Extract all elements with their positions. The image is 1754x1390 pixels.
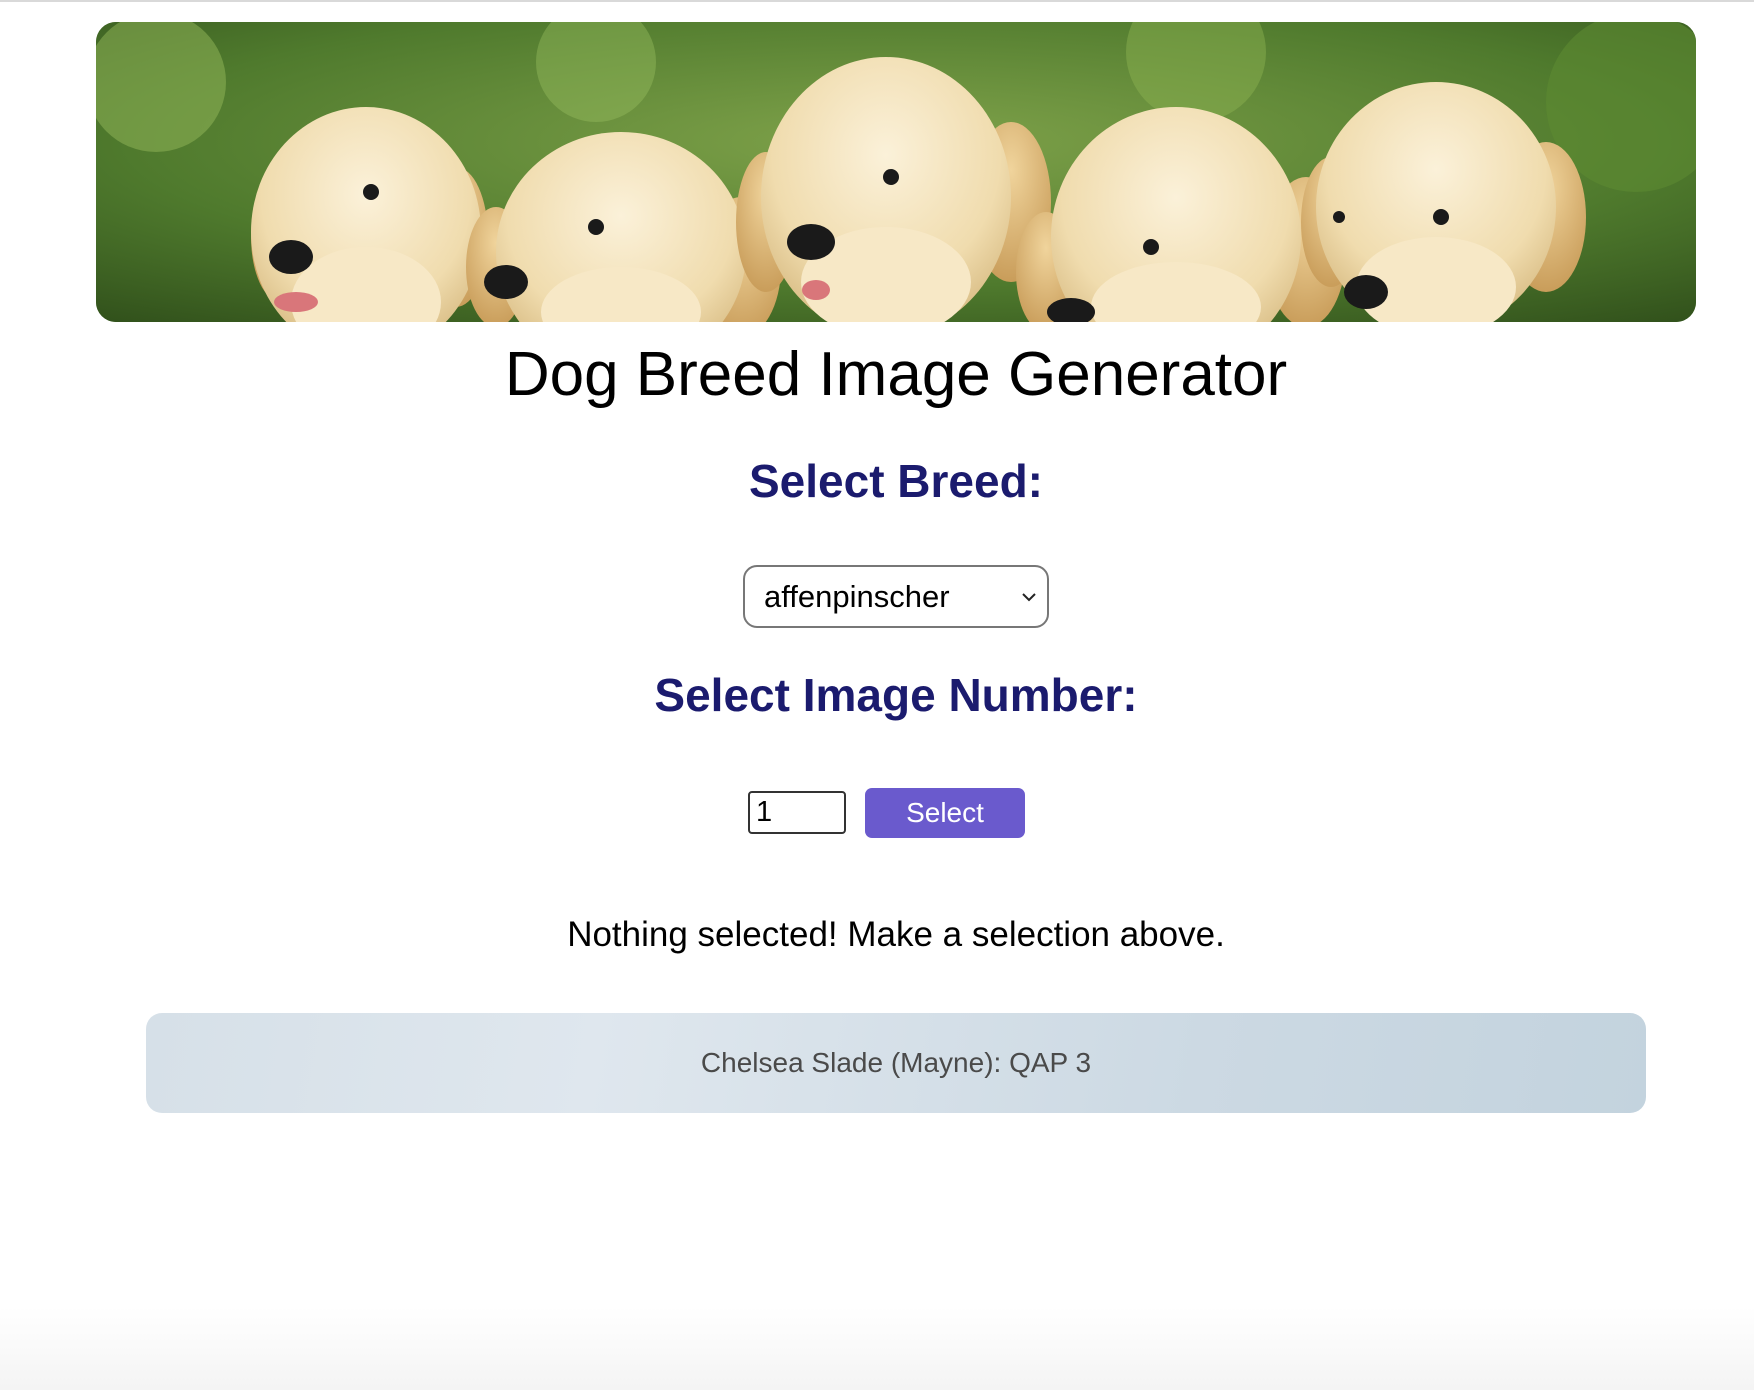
page: Dog Breed Image Generator Select Breed: … [0,0,1754,1390]
banner-image [96,22,1696,322]
breed-select-value: affenpinscher [764,578,950,614]
footer: Chelsea Slade (Mayne): QAP 3 [146,1013,1646,1113]
select-image-number-heading: Select Image Number: [654,669,1138,721]
select-button[interactable]: Select [865,788,1025,838]
chevron-down-icon [1022,593,1036,602]
status-message: Nothing selected! Make a selection above… [567,915,1225,954]
page-title: Dog Breed Image Generator [504,340,1288,409]
select-breed-heading: Select Breed: [748,455,1043,507]
breed-select[interactable]: affenpinscher [743,565,1049,628]
image-number-input[interactable] [748,791,846,834]
footer-text: Chelsea Slade (Mayne): QAP 3 [700,1047,1092,1078]
